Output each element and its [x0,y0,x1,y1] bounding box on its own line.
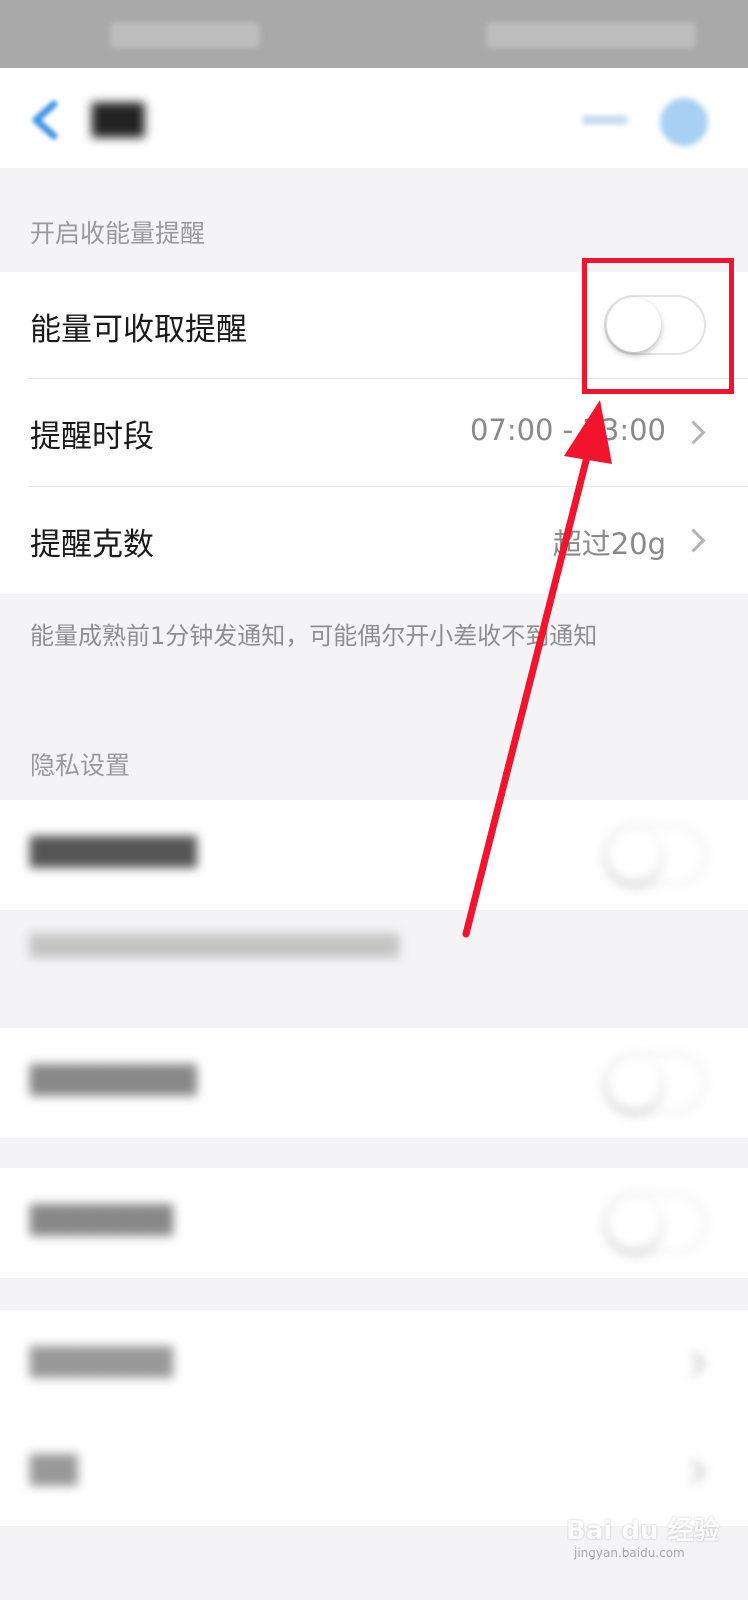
watermark-text: Bai du 经验 [566,1516,720,1546]
baidu-watermark: Bai du 经验 jingyan.baidu.com [566,1500,736,1570]
watermark-url: jingyan.baidu.com [574,1546,685,1560]
red-arrow-annotation [462,400,612,938]
